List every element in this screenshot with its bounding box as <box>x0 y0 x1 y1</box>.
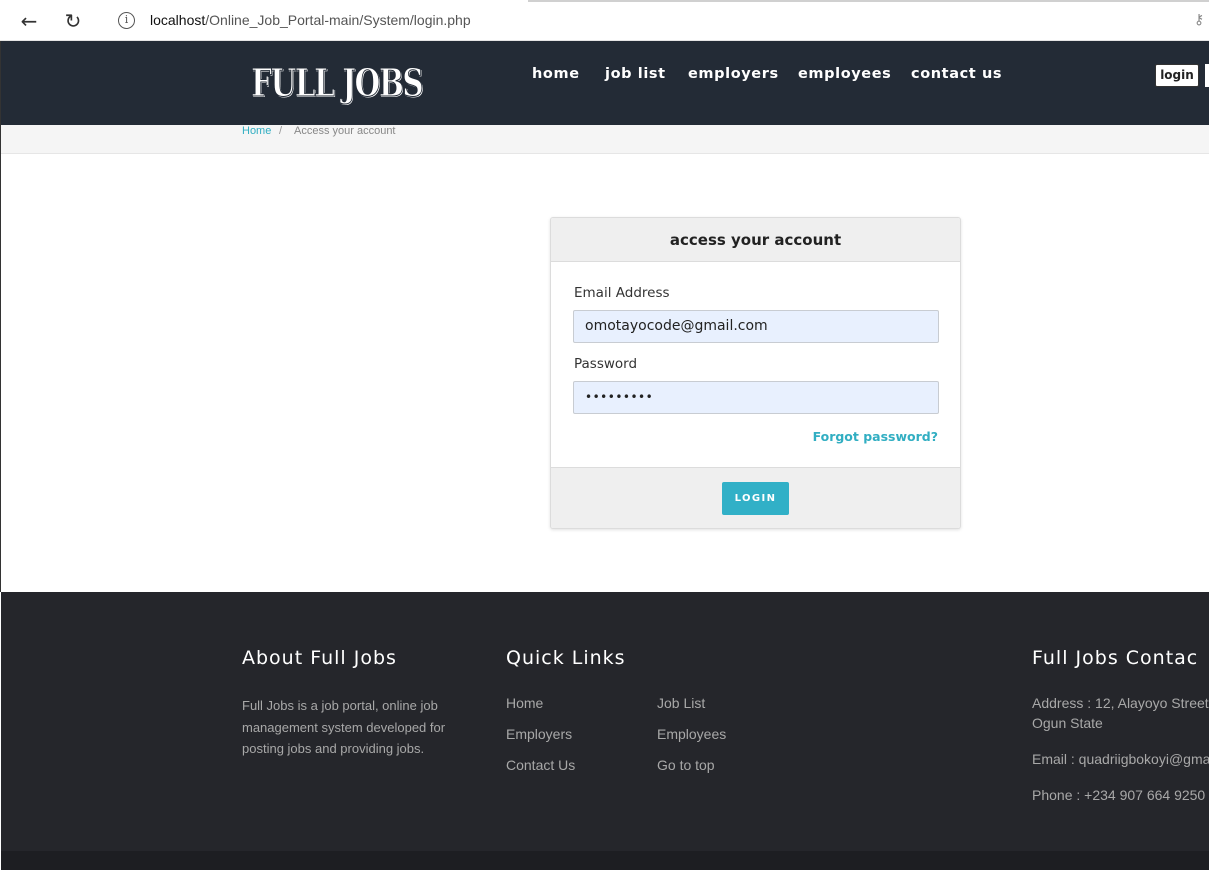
breadcrumb-home-link[interactable]: Home <box>242 125 271 137</box>
password-key-icon[interactable]: ⚷ <box>1194 12 1204 28</box>
back-icon[interactable]: ← <box>16 8 42 34</box>
header-clipped-button[interactable] <box>1205 64 1209 87</box>
email-field[interactable]: omotayocode@gmail.com <box>573 310 939 343</box>
nav-employers[interactable]: employers <box>688 66 779 82</box>
breadcrumb <box>1 125 1209 154</box>
site-header <box>1 41 1209 125</box>
footer-contact-title: Full Jobs Contac <box>1032 647 1199 669</box>
site-info-icon[interactable]: i <box>118 12 135 29</box>
url-host: localhost <box>150 12 206 28</box>
nav-job-list[interactable]: job list <box>605 66 666 82</box>
footer-bottom-bar <box>1 851 1209 870</box>
header-login-button[interactable]: login <box>1155 64 1199 87</box>
footer-link-employers[interactable]: Employers <box>506 726 572 742</box>
footer-link-job-list[interactable]: Job List <box>657 695 705 711</box>
footer-address-line2: Ogun State <box>1032 715 1103 731</box>
url-text[interactable]: localhost/Online_Job_Portal-main/System/… <box>150 12 471 28</box>
footer-link-contact-us[interactable]: Contact Us <box>506 757 575 773</box>
url-path: /Online_Job_Portal-main/System/login.php <box>205 12 471 28</box>
nav-home[interactable]: home <box>532 66 580 82</box>
nav-employees[interactable]: employees <box>798 66 891 82</box>
nav-contact-us[interactable]: contact us <box>911 66 1002 82</box>
footer-about-title: About Full Jobs <box>242 647 397 669</box>
footer-address-line1: Address : 12, Alayoyo Street, <box>1032 695 1209 711</box>
password-field[interactable]: ••••••••• <box>573 381 939 414</box>
footer-link-employees[interactable]: Employees <box>657 726 726 742</box>
footer-link-home[interactable]: Home <box>506 695 543 711</box>
footer-phone: Phone : +234 907 664 9250 <box>1032 787 1206 803</box>
footer-email: Email : quadriigbokoyi@gma <box>1032 751 1209 767</box>
page-left-border <box>0 41 1 592</box>
login-card: access your account Email Address omotay… <box>550 217 961 529</box>
email-label: Email Address <box>574 285 670 301</box>
breadcrumb-current: Access your account <box>294 125 396 137</box>
breadcrumb-separator: / <box>279 125 283 137</box>
login-submit-button[interactable]: LOGIN <box>722 482 789 515</box>
footer-about-text: Full Jobs is a job portal, online job ma… <box>242 698 446 756</box>
password-label: Password <box>574 356 638 372</box>
reload-icon[interactable]: ↻ <box>60 8 86 34</box>
site-footer <box>1 592 1209 870</box>
footer-link-go-to-top[interactable]: Go to top <box>657 757 715 773</box>
forgot-password-link[interactable]: Forgot password? <box>813 429 938 444</box>
login-card-title: access your account <box>551 218 960 262</box>
login-card-footer: LOGIN <box>551 467 960 528</box>
tab-strip-edge <box>528 0 1209 2</box>
site-logo[interactable]: FULL JOBS <box>251 60 425 106</box>
footer-links-title: Quick Links <box>506 647 626 669</box>
